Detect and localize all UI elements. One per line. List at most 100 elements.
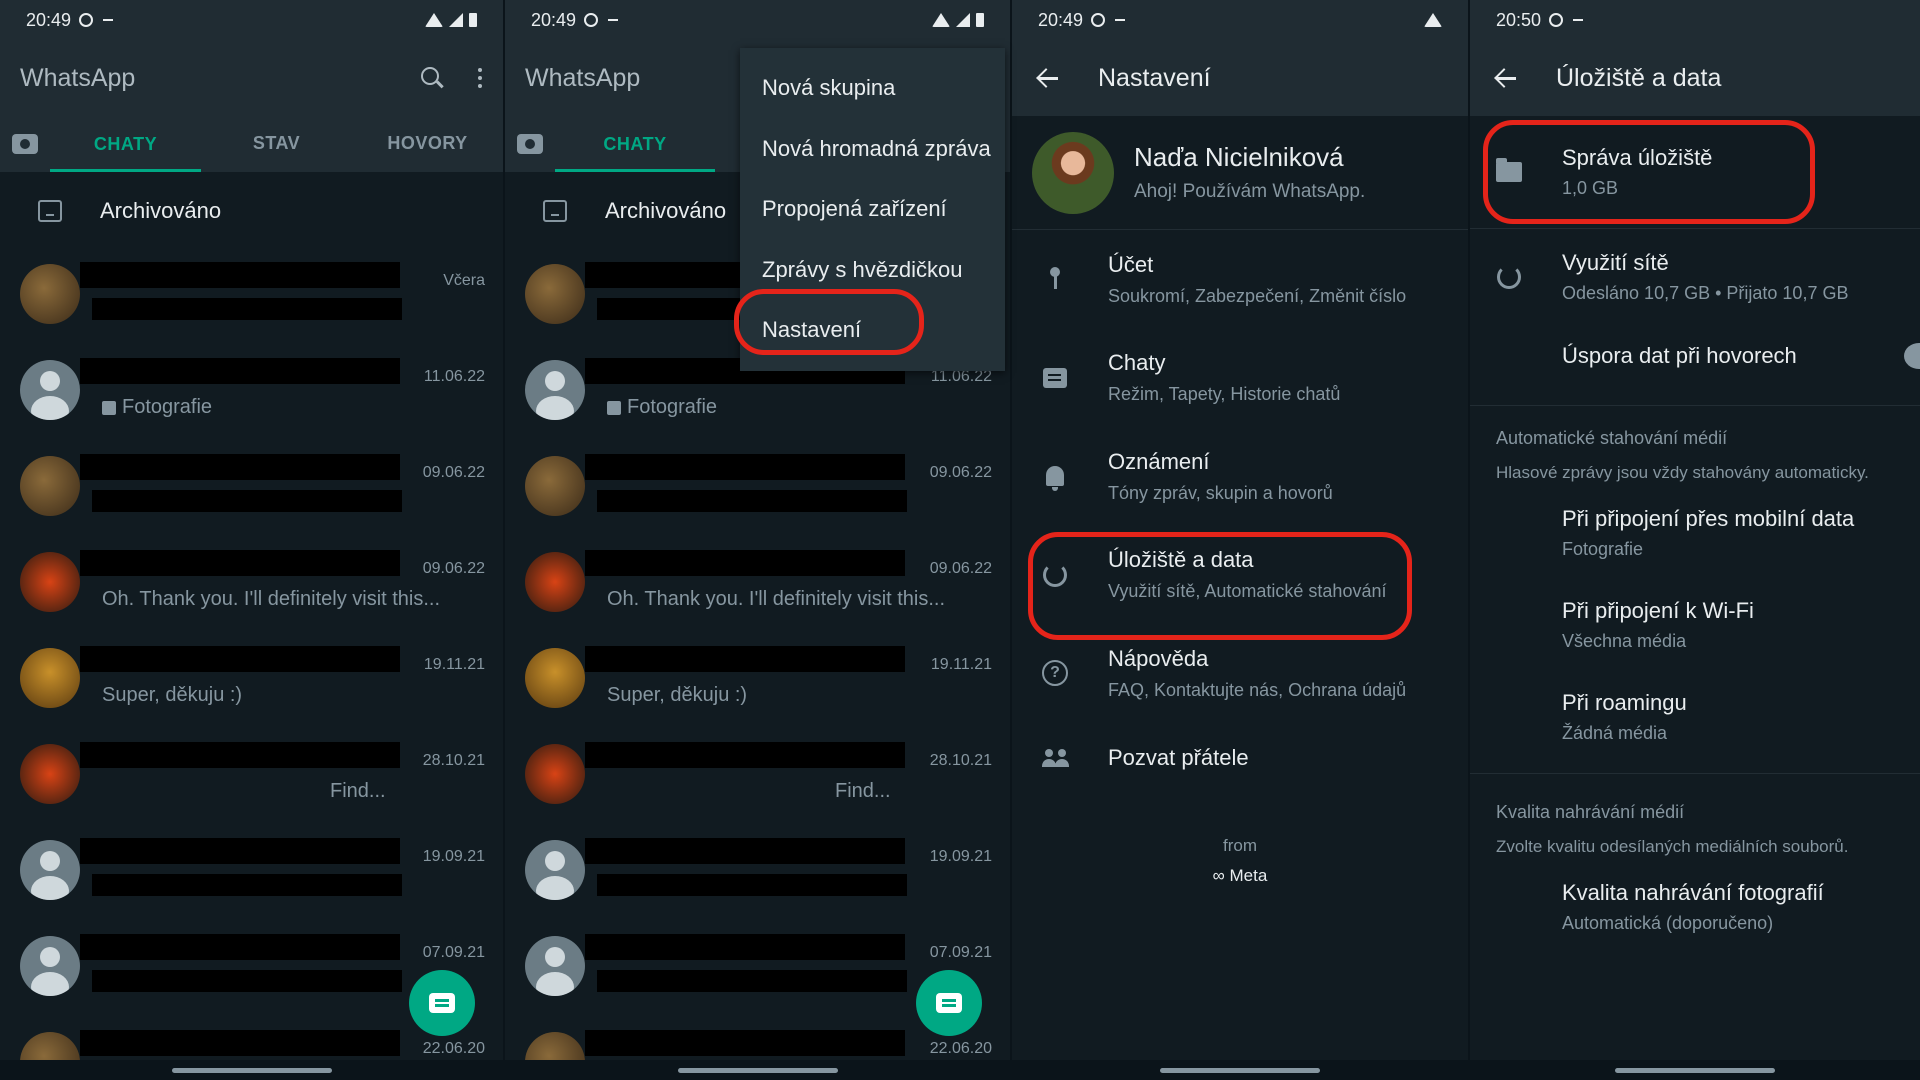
archived-row[interactable]: Archivováno xyxy=(0,172,503,250)
download-roaming-value: Žádná média xyxy=(1562,723,1668,743)
home-gesture-bar[interactable] xyxy=(1160,1068,1320,1073)
download-mobile-value: Fotografie xyxy=(1562,539,1644,559)
chat-row[interactable]: 19.09.21 xyxy=(0,826,503,922)
home-gesture-bar[interactable] xyxy=(1615,1068,1775,1073)
redacted-name xyxy=(80,1030,400,1056)
from-label: from xyxy=(1223,836,1257,855)
avatar[interactable] xyxy=(525,360,585,420)
settings-item-title: Chaty xyxy=(1108,350,1166,376)
download-wifi-row[interactable]: Při připojení k Wi-Fi Všechna média xyxy=(1470,579,1920,671)
redacted-name xyxy=(80,838,400,864)
wifi-icon xyxy=(1424,13,1442,27)
chat-date: 28.10.21 xyxy=(422,752,485,769)
from-meta-footer: from ∞ Meta xyxy=(1012,836,1468,886)
wifi-icon xyxy=(932,13,950,27)
chat-date: 19.09.21 xyxy=(929,848,992,865)
upload-quality-heading: Kvalita nahrávání médií xyxy=(1496,802,1685,822)
avatar[interactable] xyxy=(525,264,585,324)
back-arrow-icon[interactable] xyxy=(1494,67,1516,89)
nav-bar xyxy=(0,1060,503,1080)
settings-item-subtitle: Soukromí, Zabezpečení, Změnit číslo xyxy=(1108,285,1407,306)
download-roaming-row[interactable]: Při roamingu Žádná média xyxy=(1470,671,1920,763)
settings-item-title: Úložiště a data xyxy=(1108,547,1254,573)
tab-status[interactable]: STAV xyxy=(201,133,352,154)
photo-upload-quality-value: Automatická (doporučeno) xyxy=(1562,913,1774,933)
new-chat-button[interactable] xyxy=(409,970,475,1036)
chat-row[interactable]: 09.06.22 xyxy=(0,442,503,538)
avatar[interactable] xyxy=(525,840,585,900)
avatar[interactable] xyxy=(20,744,80,804)
menu-item-starred[interactable]: Zprávy s hvězdičkou xyxy=(740,240,1005,301)
chat-row[interactable]: Včera xyxy=(0,250,503,346)
chat-row[interactable]: 11.06.22 Fotografie xyxy=(0,346,503,442)
avatar[interactable] xyxy=(525,744,585,804)
status-time: 20:49 xyxy=(531,9,577,30)
app-title: WhatsApp xyxy=(20,63,136,92)
call-data-saver-toggle[interactable] xyxy=(1904,343,1920,369)
status-bar: 20:49 xyxy=(0,0,503,40)
chat-row[interactable]: 19.11.21 Super, děkuju :) xyxy=(0,634,503,730)
settings-item-notifications[interactable]: Oznámení Tóny zpráv, skupin a hovorů xyxy=(1012,427,1468,526)
menu-item-new-broadcast[interactable]: Nová hromadná zpráva xyxy=(740,119,1005,180)
settings-item-storage[interactable]: Úložiště a data Využití sítě, Automatické… xyxy=(1012,526,1468,625)
tab-calls[interactable]: HOVORY xyxy=(352,133,503,154)
app-bar: Úložiště a data xyxy=(1470,40,1920,116)
download-mobile-row[interactable]: Při připojení přes mobilní data Fotografi… xyxy=(1470,487,1920,579)
chat-row[interactable]: 09.06.22 Oh. Thank you. I'll definitely v… xyxy=(0,538,503,634)
avatar[interactable] xyxy=(20,456,80,516)
search-icon[interactable] xyxy=(421,67,443,89)
chat-date: 19.11.21 xyxy=(930,656,992,673)
avatar[interactable] xyxy=(20,648,80,708)
profile-name: Naďa Nicielniková xyxy=(1134,142,1344,172)
avatar[interactable] xyxy=(525,648,585,708)
home-gesture-bar[interactable] xyxy=(677,1068,838,1073)
chat-date: 11.06.22 xyxy=(423,368,485,385)
settings-item-account[interactable]: Účet Soukromí, Zabezpečení, Změnit číslo xyxy=(1012,230,1468,329)
avatar[interactable] xyxy=(525,456,585,516)
manage-storage-title: Správa úložiště xyxy=(1562,145,1713,170)
chat-preview-text: Find... xyxy=(835,780,891,802)
chat-row[interactable]: 09.06.22 Oh. Thank you. I'll definitely v… xyxy=(505,538,1010,634)
profile-row[interactable]: Naďa Nicielniková Ahoj! Používám WhatsAp… xyxy=(1012,116,1468,230)
more-options-icon[interactable] xyxy=(477,68,483,88)
nav-bar xyxy=(1012,1060,1468,1080)
network-usage-row[interactable]: Využití sítě Odesláno 10,7 GB • Přijato 1… xyxy=(1470,229,1920,325)
chat-row[interactable]: 19.09.21 xyxy=(505,826,1010,922)
settings-item-invite[interactable]: Pozvat přátele xyxy=(1012,723,1468,793)
redacted-name xyxy=(80,934,400,960)
avatar[interactable] xyxy=(20,936,80,996)
avatar[interactable] xyxy=(20,552,80,612)
new-chat-button[interactable] xyxy=(916,970,982,1036)
tab-camera[interactable] xyxy=(0,133,50,154)
settings-item-help[interactable]: ? Nápověda FAQ, Kontaktujte nás, Ochrana … xyxy=(1012,624,1468,723)
chat-row[interactable]: 19.11.21 Super, děkuju :) xyxy=(505,634,1010,730)
chat-row[interactable]: 09.06.22 xyxy=(505,442,1010,538)
photo-upload-quality-row[interactable]: Kvalita nahrávání fotografií Automatická … xyxy=(1470,857,1920,957)
nav-bar xyxy=(505,1060,1010,1080)
avatar[interactable] xyxy=(20,264,80,324)
avatar[interactable] xyxy=(1032,131,1114,214)
app-title: WhatsApp xyxy=(525,63,641,92)
manage-storage-row[interactable]: Správa úložiště 1,0 GB xyxy=(1470,116,1920,228)
avatar[interactable] xyxy=(20,360,80,420)
menu-item-settings[interactable]: Nastavení xyxy=(740,300,1005,361)
call-data-saver-row[interactable]: Úspora dat při hovorech xyxy=(1470,325,1920,387)
data-usage-icon xyxy=(1497,265,1521,289)
avatar[interactable] xyxy=(20,840,80,900)
notification-dash-icon xyxy=(608,19,619,21)
menu-item-new-group[interactable]: Nová skupina xyxy=(740,58,1005,119)
home-gesture-bar[interactable] xyxy=(171,1068,332,1073)
chat-row[interactable]: 28.10.21 Find... xyxy=(0,730,503,826)
chat-row[interactable]: 28.10.21 Find... xyxy=(505,730,1010,826)
avatar[interactable] xyxy=(525,552,585,612)
message-icon xyxy=(936,993,962,1013)
settings-item-chats[interactable]: Chaty Režim, Tapety, Historie chatů xyxy=(1012,329,1468,428)
redacted-preview xyxy=(92,298,402,320)
menu-item-linked-devices[interactable]: Propojená zařízení xyxy=(740,179,1005,240)
auto-download-desc: Hlasové zprávy jsou vždy stahovány autom… xyxy=(1496,463,1869,482)
avatar[interactable] xyxy=(525,936,585,996)
tab-chats[interactable]: CHATY xyxy=(555,116,715,172)
tab-camera[interactable] xyxy=(505,133,555,154)
back-arrow-icon[interactable] xyxy=(1036,67,1058,89)
tab-chats[interactable]: CHATY xyxy=(50,116,201,172)
